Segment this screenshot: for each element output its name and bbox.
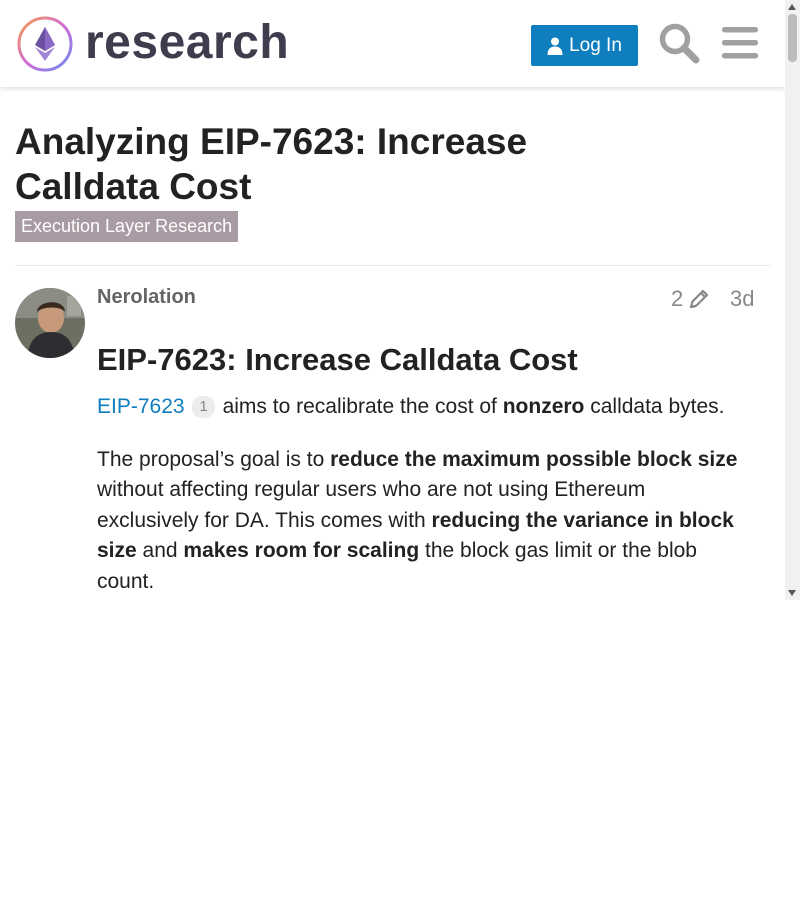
ethereum-research-logo[interactable] — [16, 15, 74, 73]
bold-segment: reduce the maximum possible block size — [330, 447, 738, 471]
hamburger-menu-icon[interactable] — [722, 26, 758, 60]
eip-link[interactable]: EIP-7623 — [97, 395, 185, 418]
scroll-up-arrow-icon[interactable] — [788, 4, 796, 10]
post-paragraph-2: The proposal’s goal is to reduce the max… — [97, 445, 747, 598]
post-body: EIP-7623: Increase Calldata Cost EIP-762… — [97, 340, 747, 600]
post-date[interactable]: 3d — [730, 286, 754, 312]
text-segment: aims to recalibrate the cost of — [216, 395, 503, 418]
bold-segment: makes room for scaling — [183, 539, 420, 562]
category-badge[interactable]: Execution Layer Research — [15, 211, 239, 242]
user-icon — [547, 37, 563, 55]
login-label: Log In — [569, 34, 622, 56]
post-heading: EIP-7623: Increase Calldata Cost — [97, 342, 578, 377]
pencil-icon — [690, 289, 709, 309]
scrollbar-thumb[interactable] — [788, 14, 797, 62]
site-name[interactable]: research — [85, 14, 289, 72]
vertical-scrollbar[interactable] — [785, 0, 800, 600]
topic-title[interactable]: Analyzing EIP-7623: Increase Calldata Co… — [15, 119, 595, 209]
edit-history-button[interactable]: 2 — [671, 286, 710, 312]
scroll-down-arrow-icon[interactable] — [788, 590, 796, 596]
text-segment: calldata bytes. — [584, 395, 725, 418]
search-icon[interactable] — [658, 22, 700, 64]
bold-segment: nonzero — [502, 395, 585, 418]
avatar-image — [15, 288, 85, 358]
text-segment: The proposal’s goal is to — [97, 447, 331, 471]
post-paragraph-1: EIP-7623 1 aims to recalibrate the cost … — [97, 392, 747, 423]
title-divider — [15, 265, 771, 266]
link-click-count: 1 — [192, 396, 215, 418]
browser-viewport: research Log In Analyzing EIP-7623: Incr… — [0, 0, 800, 600]
site-header: research Log In — [0, 0, 785, 87]
edit-count: 2 — [671, 286, 684, 311]
text-segment: and — [136, 539, 184, 562]
post-username[interactable]: Nerolation — [97, 286, 196, 309]
login-button[interactable]: Log In — [531, 25, 638, 66]
avatar[interactable] — [15, 288, 85, 358]
